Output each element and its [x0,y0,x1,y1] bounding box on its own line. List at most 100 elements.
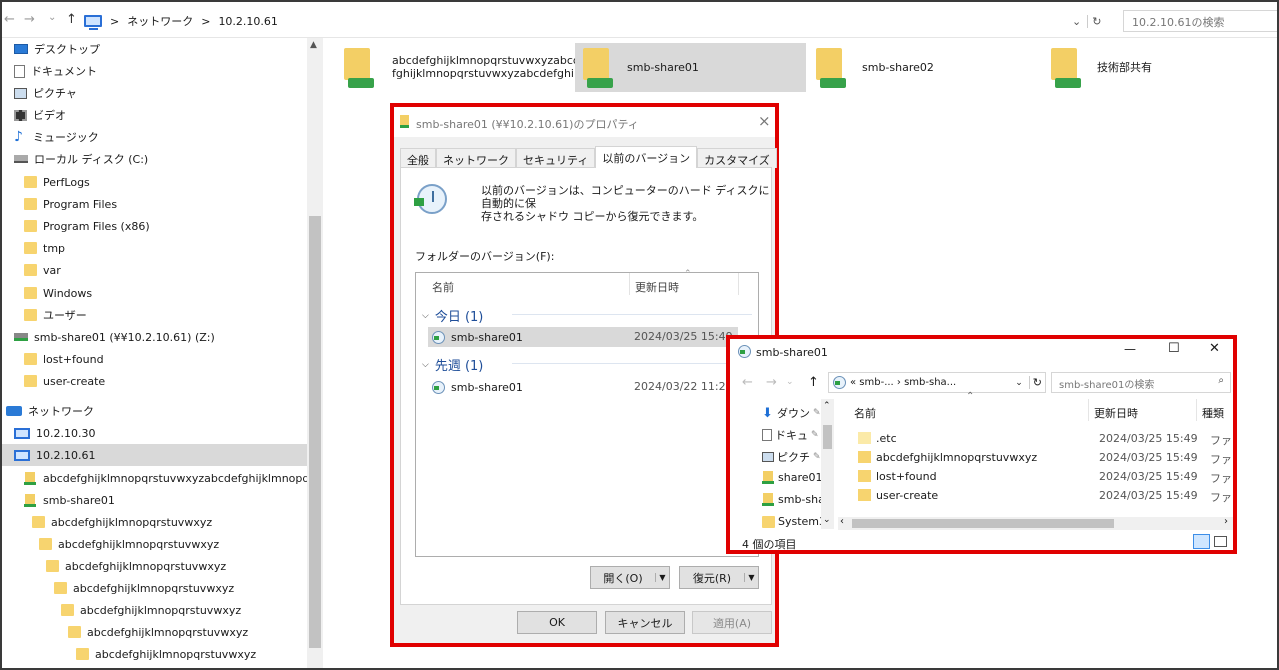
nav-item-share[interactable]: smb-share01 [24,489,115,511]
ok-button[interactable]: OK [517,611,597,634]
scroll-up-icon[interactable]: ⌃ [823,401,831,411]
tile-smb-share01[interactable]: smb-share01 [575,43,806,92]
nav-item-host-selected[interactable]: 10.2.10.61 [2,444,307,466]
nav-scrollbar[interactable]: ⌃ ⌄ [821,399,834,529]
breadcrumb[interactable]: > ネットワーク > 10.2.10.61 [84,11,1094,31]
address-path[interactable]: « smb-... › smb-sha... [850,377,956,388]
scroll-right-icon[interactable]: › [1224,516,1228,527]
scrollbar-thumb[interactable] [852,519,1114,528]
column-header-name[interactable]: 名前 [432,279,454,295]
nav-item-host[interactable]: 10.2.10.30 [14,422,95,444]
column-header-type[interactable]: 種類 [1202,405,1224,421]
address-field[interactable]: « smb-... › smb-sha... ⌄ ↻ [828,372,1046,393]
version-row[interactable]: smb-share01 2024/03/22 11:20 [428,377,738,397]
versions-list[interactable]: 名前 更新日時 ⌃ ⌵ 今日 (1) smb-share01 2024/03/2… [415,269,759,557]
tile-share-long[interactable]: abcdefghijklmnopqrstuvwxyzabcde fghijklm… [342,44,587,92]
tile-smb-share02[interactable]: smb-share02 [812,44,1042,92]
tab-security[interactable]: セキュリティ [516,148,596,168]
group-header-today[interactable]: ⌵ 今日 (1) [422,306,483,325]
collapse-chevron-icon[interactable]: ⌵ [422,360,429,370]
forward-button[interactable]: → [24,12,35,27]
nav-item-share01[interactable]: share01 [762,471,823,484]
cancel-button[interactable]: キャンセル [605,611,685,634]
sidebar-scrollbar[interactable]: ▲ [307,38,323,668]
nav-item-folder[interactable]: abcdefghijklmnopqrstuvwxyz [68,621,248,643]
nav-item-folder[interactable]: tmp [24,237,65,259]
refresh-button[interactable]: ↻ [1087,14,1101,28]
address-dropdown-button[interactable]: ⌄ [1072,15,1081,28]
file-row[interactable]: abcdefghijklmnopqrstuvwxyz 2024/03/25 15… [854,448,1233,466]
file-row[interactable]: user-create 2024/03/25 15:49 ファイ [854,486,1233,504]
nav-item-folder[interactable]: abcdefghijklmnopqrstuvwxyz [54,577,234,599]
nav-item-network[interactable]: ネットワーク [6,400,94,422]
nav-item-desktop[interactable]: デスクトップ [14,38,100,60]
file-row[interactable]: .etc 2024/03/25 15:49 ファイ [854,429,1233,447]
search-input[interactable]: smb-share01の検索 ⌕ [1051,372,1231,393]
column-header-date[interactable]: 更新日時 [1094,405,1138,421]
dialog-close-button[interactable]: × [758,112,771,130]
large-icons-view-icon[interactable] [1214,536,1227,547]
nav-item-network-drive[interactable]: smb-share01 (¥¥10.2.10.61) (Z:) [14,326,215,348]
nav-item-folder[interactable]: ユーザー [24,304,87,326]
nav-item-downloads[interactable]: ⬇ ダウン ✎ [762,405,821,421]
restore-split-button[interactable]: 復元(R) ▼ [679,566,759,589]
nav-item-system[interactable]: System3 [762,515,826,528]
scroll-up-icon[interactable]: ▲ [310,40,317,50]
nav-item-folder[interactable]: abcdefghijklmnopqrstuvwxyz [32,511,212,533]
tab-network[interactable]: ネットワーク [436,148,516,168]
restore-dropdown-icon[interactable]: ▼ [744,573,758,582]
minimize-button[interactable]: — [1124,342,1136,356]
back-button[interactable]: ← [742,375,753,390]
nav-item-pictures[interactable]: ピクチ ✎ [762,449,821,465]
version-row[interactable]: smb-share01 2024/03/25 15:49 [428,327,738,347]
tile-tech-share[interactable]: 技術部共有 [1047,44,1267,92]
breadcrumb-network[interactable]: ネットワーク [127,13,193,29]
collapse-chevron-icon[interactable]: ⌵ [422,311,429,321]
scrollbar-thumb[interactable] [309,216,321,648]
nav-item-smb-share[interactable]: smb-sha [762,493,825,506]
nav-item-music[interactable]: ♪ ミュージック [14,126,99,148]
nav-item-local-disk[interactable]: ローカル ディスク (C:) [14,148,148,170]
back-button[interactable]: ← [4,12,15,27]
nav-item-documents[interactable]: ドキュメント [14,60,97,82]
address-dropdown-button[interactable]: ⌄ [1015,378,1025,388]
nav-item-folder[interactable]: abcdefghijklmnopqrstuvwxyz [46,555,226,577]
scroll-down-icon[interactable]: ⌄ [823,515,831,525]
breadcrumb-host[interactable]: 10.2.10.61 [218,15,277,28]
scrollbar-thumb[interactable] [823,425,832,449]
details-view-icon[interactable] [1193,534,1210,549]
nav-item-folder[interactable]: Windows [24,282,92,304]
tab-general[interactable]: 全般 [400,148,436,168]
nav-item-folder[interactable]: var [24,259,61,281]
nav-item-folder[interactable]: user-create [24,370,105,392]
nav-item-folder[interactable]: PerfLogs [24,171,90,193]
nav-item-share[interactable]: abcdefghijklmnopqrstuvwxyzabcdefghijklmn… [24,467,307,489]
open-dropdown-icon[interactable]: ▼ [655,573,669,582]
tab-previous-versions[interactable]: 以前のバージョン [595,146,698,168]
forward-button[interactable]: → [766,375,777,390]
search-icon[interactable]: ⌕ [1218,375,1224,386]
nav-item-folder[interactable]: Program Files (x86) [24,215,150,237]
horizontal-scrollbar[interactable]: ‹ › [838,516,1233,530]
scroll-left-icon[interactable]: ‹ [840,516,844,527]
restore-button-label[interactable]: 復元(R) [680,570,744,586]
apply-button[interactable]: 適用(A) [692,611,772,634]
column-header-name[interactable]: 名前 [854,405,876,421]
nav-item-folder[interactable]: lost+found [24,348,104,370]
close-button[interactable]: ✕ [1209,341,1220,356]
nav-item-folder[interactable]: abcdefghijklmnopqrstuvwxyz [61,599,241,621]
up-button[interactable]: ↑ [66,12,77,27]
nav-item-documents[interactable]: ドキュ ✎ [762,427,819,443]
open-split-button[interactable]: 開く(O) ▼ [590,566,670,589]
tab-customize[interactable]: カスタマイズ [697,148,777,168]
nav-item-folder[interactable]: abcdefghijklmnopqrstuvwxyz [39,533,219,555]
search-input[interactable]: 10.2.10.61の検索 [1123,10,1277,32]
file-row[interactable]: lost+found 2024/03/25 15:49 ファイ [854,467,1233,485]
refresh-button[interactable]: ↻ [1028,376,1045,389]
group-header-last-week[interactable]: ⌵ 先週 (1) [422,355,483,374]
open-button-label[interactable]: 開く(O) [591,570,655,586]
nav-item-folder[interactable]: Program Files [24,193,117,215]
maximize-button[interactable]: ☐ [1168,341,1180,356]
nav-item-videos[interactable]: ビデオ [14,104,66,126]
nav-item-folder[interactable]: abcdefghijklmnopqrstuvwxyz [76,643,256,665]
